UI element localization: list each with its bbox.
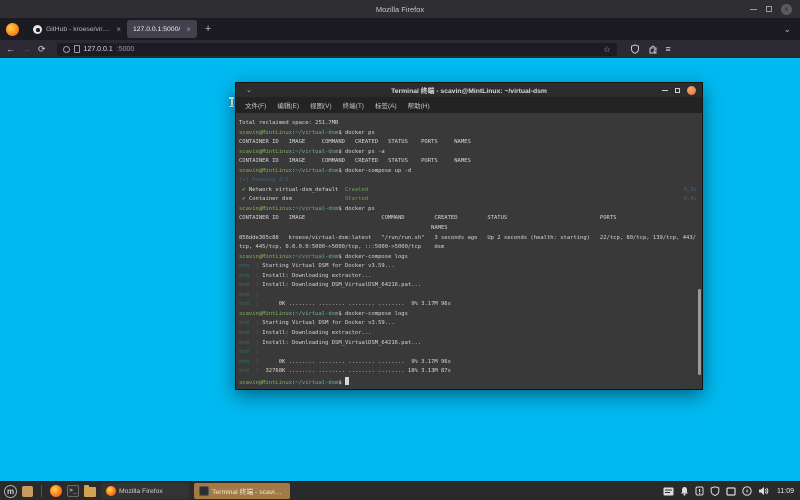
- terminal-maximize-icon[interactable]: [675, 87, 680, 93]
- terminal-titlebar[interactable]: ⌄ Terminal 终端 - scavin@MintLinux: ~/virt…: [236, 83, 702, 97]
- tab-close-icon[interactable]: ×: [184, 25, 191, 34]
- close-icon[interactable]: ×: [781, 3, 792, 15]
- minimize-icon[interactable]: [750, 8, 757, 10]
- maximize-icon[interactable]: [766, 6, 772, 12]
- terminal-line: dsm | 32768K ........ ........ ........ …: [239, 368, 451, 375]
- url-port: :5000: [116, 45, 135, 53]
- window-button-firefox[interactable]: Mozilla Firefox: [101, 483, 189, 499]
- terminal-line: dsm |: [239, 349, 259, 356]
- terminal-line: scavin@MintLinux:~/virtual-dsm$ docker p…: [239, 148, 385, 155]
- terminal-icon: [199, 486, 209, 496]
- terminal-line: NAMES: [239, 225, 448, 232]
- firefox-launcher-icon[interactable]: [50, 485, 62, 497]
- mint-menu-button[interactable]: m: [4, 484, 17, 498]
- terminal-line: dsm | Install: Downloading DSM_VirtualDS…: [239, 282, 422, 289]
- terminal-line: scavin@MintLinux:~/virtual-dsm$ docker-c…: [239, 310, 408, 317]
- terminal-menu-item[interactable]: 终端(T): [343, 100, 364, 110]
- display-icon[interactable]: [726, 486, 736, 496]
- site-info-icon[interactable]: [62, 45, 70, 53]
- tab-close-icon[interactable]: ×: [114, 25, 121, 34]
- system-tray: 11:09: [663, 486, 796, 496]
- window-title: Mozilla Firefox: [375, 4, 425, 14]
- terminal-line: dsm | Starting Virtual DSM for Docker v3…: [239, 263, 395, 270]
- menu-hamburger-icon[interactable]: ≡: [666, 44, 671, 54]
- files-launcher-icon[interactable]: [84, 485, 96, 497]
- terminal-line: dsm | Starting Virtual DSM for Docker v3…: [239, 320, 395, 327]
- terminal-line: 856dde305c88 kroese/virtual-dsm:latest "…: [239, 234, 696, 241]
- terminal-window: ⌄ Terminal 终端 - scavin@MintLinux: ~/virt…: [235, 82, 703, 390]
- terminal-line: scavin@MintLinux:~/virtual-dsm$: [239, 376, 702, 387]
- page-icon: [73, 45, 80, 53]
- terminal-menu-item[interactable]: 视图(V): [310, 100, 332, 110]
- terminal-menubar: 文件(F) 编辑(E) 视图(V) 终端(T) 标签(A) 帮助(H): [236, 97, 702, 113]
- terminal-line: [+] Running 2/2: [239, 177, 289, 184]
- notifications-bell-icon[interactable]: [680, 486, 689, 496]
- shield-extension-icon[interactable]: [630, 44, 640, 54]
- power-battery-icon[interactable]: [742, 486, 752, 496]
- forward-icon[interactable]: →: [22, 44, 31, 54]
- terminal-body[interactable]: Total reclaimed space: 251.7MB scavin@Min…: [236, 113, 702, 389]
- clock[interactable]: 11:09: [777, 488, 794, 495]
- volume-icon[interactable]: [758, 486, 769, 496]
- terminal-line: CONTAINER ID IMAGE COMMAND CREATED STATU…: [239, 158, 471, 165]
- github-favicon-icon: [33, 24, 42, 34]
- terminal-line: dsm | 0K ........ ........ ........ ....…: [239, 358, 451, 365]
- tab-github[interactable]: GitHub - kroese/virtual-dsm ×: [27, 20, 127, 38]
- terminal-menu-item[interactable]: 帮助(H): [408, 100, 430, 110]
- show-desktop-button[interactable]: [22, 485, 33, 497]
- terminal-line: CONTAINER ID IMAGE COMMAND CREATED STATU…: [239, 215, 617, 222]
- terminal-menu-item[interactable]: 文件(F): [245, 100, 266, 110]
- navigation-toolbar: ← → ⟳ 127.0.0.1 :5000 ☆ ≡: [0, 40, 800, 58]
- terminal-line: Total reclaimed space: 251.7MB: [239, 120, 339, 126]
- new-tab-button[interactable]: +: [205, 23, 211, 35]
- window-button-terminal-active[interactable]: Terminal 终端 - scavin@Mi...: [194, 483, 290, 499]
- terminal-line: ✔ Container dsm Started 0.0s: [239, 196, 697, 203]
- terminal-line: scavin@MintLinux:~/virtual-dsm$ docker p…: [239, 205, 375, 212]
- terminal-launcher-icon[interactable]: >_: [67, 485, 79, 497]
- input-method-icon[interactable]: [663, 487, 674, 496]
- terminal-cursor: [344, 376, 350, 385]
- firefox-logo-icon: [6, 22, 19, 36]
- terminal-minimize-icon[interactable]: [662, 89, 668, 91]
- webpage-content[interactable]: ⌄ Terminal 终端 - scavin@MintLinux: ~/virt…: [0, 58, 800, 481]
- update-manager-icon[interactable]: [695, 486, 704, 496]
- terminal-line: scavin@MintLinux:~/virtual-dsm$ docker p…: [239, 129, 375, 136]
- reload-icon[interactable]: ⟳: [38, 44, 46, 55]
- url-bar[interactable]: 127.0.0.1 :5000 ☆: [56, 42, 617, 56]
- terminal-line: ✔ Network virtual-dsm_default Created 0.1…: [239, 186, 697, 193]
- terminal-line: scavin@MintLinux:~/virtual-dsm$ docker-c…: [239, 253, 408, 260]
- firewall-shield-icon[interactable]: [710, 486, 720, 496]
- terminal-line: dsm | Install: Downloading extractor...: [239, 330, 372, 337]
- terminal-line: dsm |: [239, 291, 259, 298]
- extensions-puzzle-icon[interactable]: [648, 44, 658, 54]
- firefox-titlebar: Mozilla Firefox ×: [0, 0, 800, 18]
- tab-localhost-active[interactable]: 127.0.0.1:5000/ ×: [127, 20, 197, 38]
- terminal-line: tcp, 445/tcp, 0.0.0.0:5000->5000/tcp, ::…: [239, 244, 445, 251]
- terminal-title: Terminal 终端 - scavin@MintLinux: ~/virtua…: [391, 88, 547, 95]
- bookmark-star-icon[interactable]: ☆: [603, 45, 610, 54]
- terminal-line: dsm | Install: Downloading DSM_VirtualDS…: [239, 339, 422, 346]
- list-all-tabs-icon[interactable]: ⌄: [783, 24, 791, 35]
- terminal-line: scavin@MintLinux:~/virtual-dsm$ docker-c…: [239, 167, 412, 174]
- terminal-line: CONTAINER ID IMAGE COMMAND CREATED STATU…: [239, 139, 471, 146]
- back-icon[interactable]: ←: [6, 44, 15, 54]
- taskbar-separator: [41, 485, 42, 497]
- terminal-line: dsm | Install: Downloading extractor...: [239, 272, 372, 279]
- terminal-menu-item[interactable]: 标签(A): [375, 100, 397, 110]
- url-host: 127.0.0.1: [83, 45, 113, 53]
- terminal-menu-item[interactable]: 编辑(E): [277, 100, 299, 110]
- terminal-line: dsm | 0K ........ ........ ........ ....…: [239, 301, 451, 308]
- terminal-close-icon[interactable]: [687, 85, 696, 95]
- ibeam-mouse-cursor: [228, 97, 235, 107]
- tab-strip: GitHub - kroese/virtual-dsm × 127.0.0.1:…: [0, 18, 800, 40]
- taskbar: m >_ Mozilla Firefox Terminal 终端 - scavi…: [0, 481, 800, 500]
- firefox-icon: [106, 486, 116, 496]
